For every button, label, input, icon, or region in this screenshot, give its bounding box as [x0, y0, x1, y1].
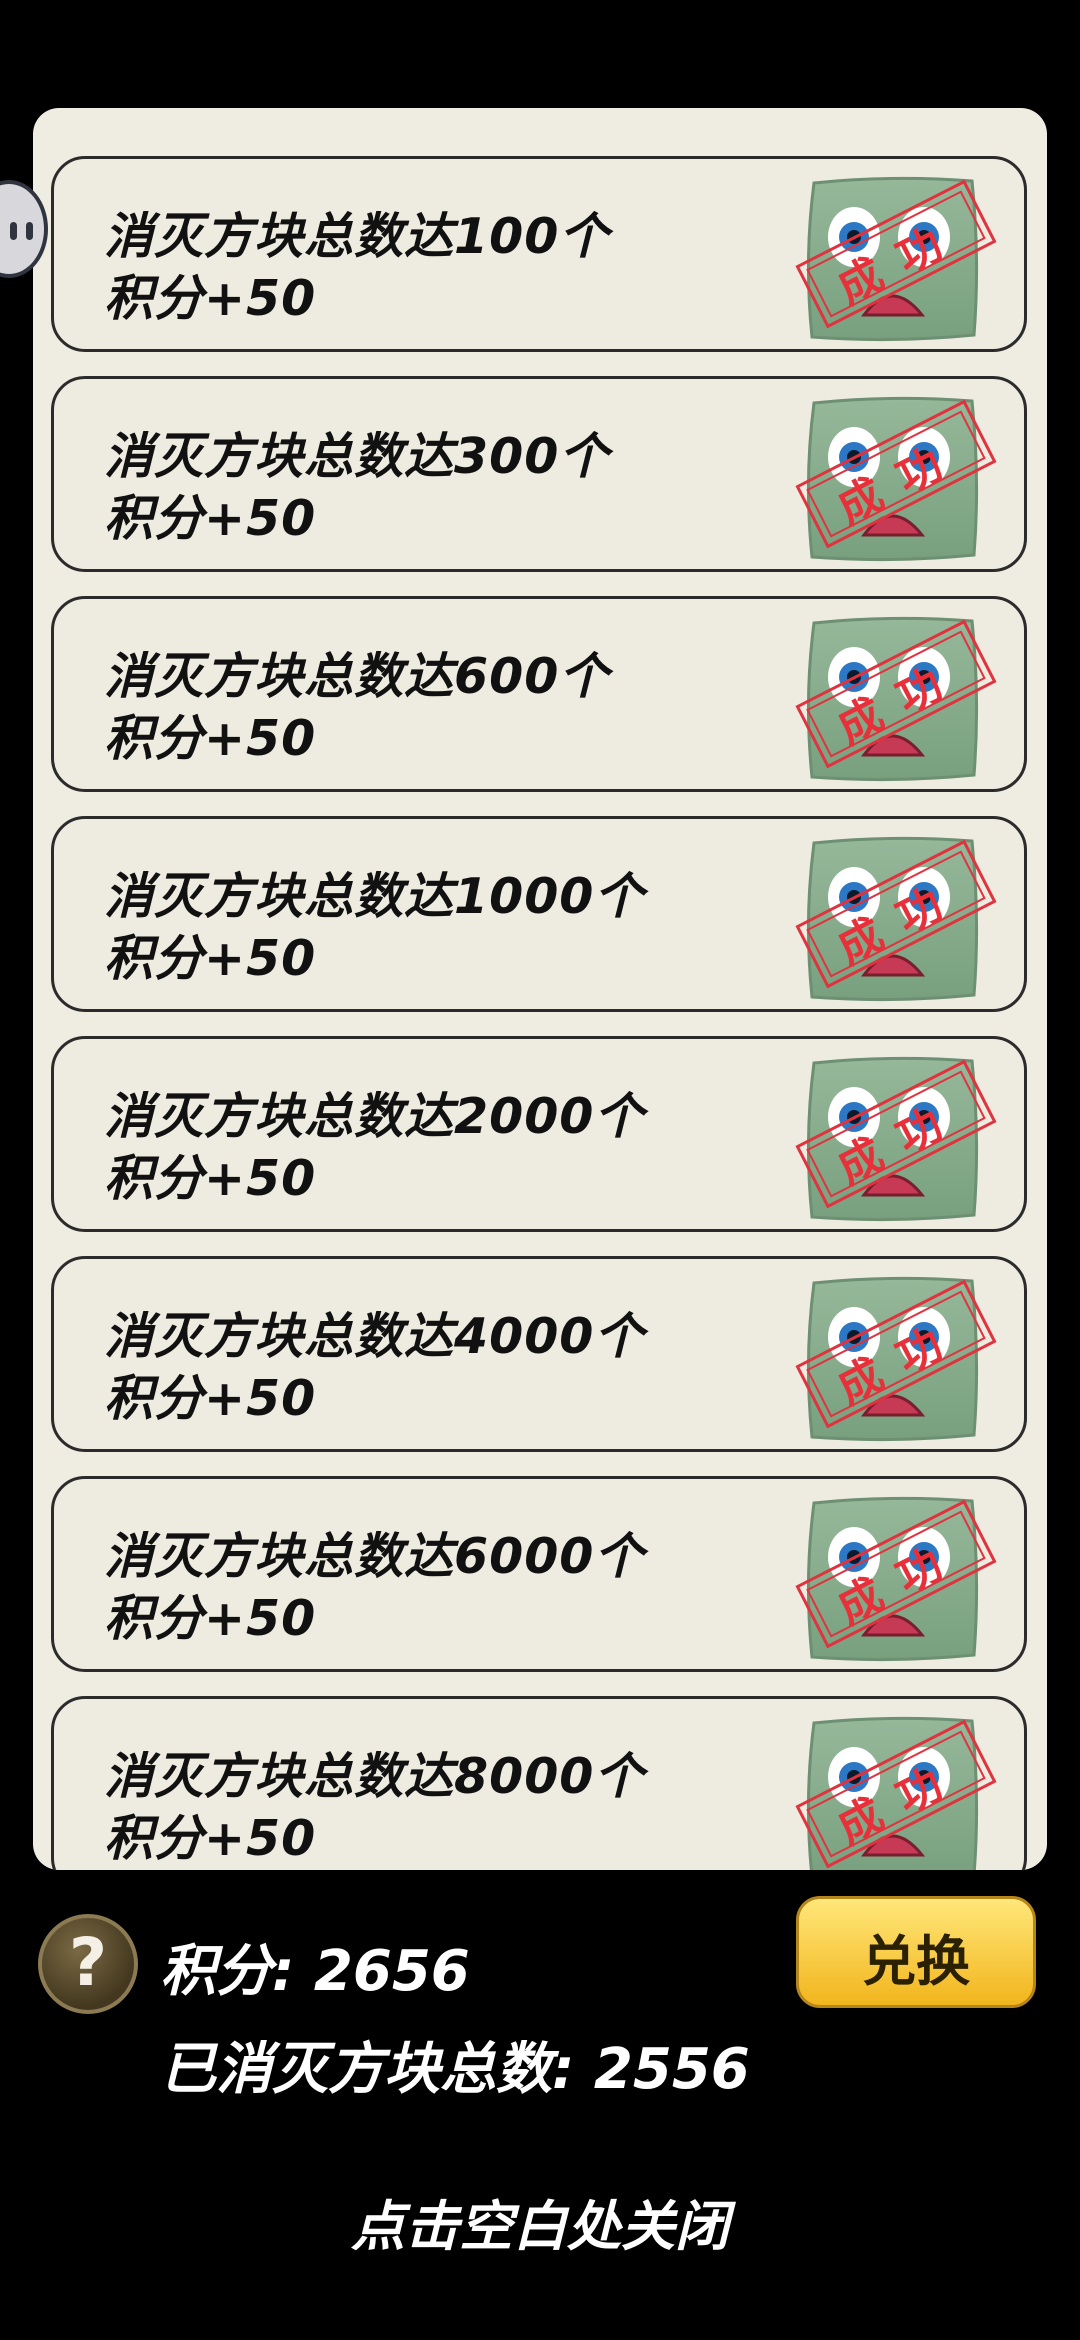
question-icon: ? [68, 1924, 108, 2001]
task-card: 消灭方块总数达4000个 积分+50 成功 [51, 1256, 1027, 1452]
task-card: 消灭方块总数达1000个 积分+50 成功 [51, 816, 1027, 1012]
exchange-label: 兑换 [862, 1930, 970, 1993]
task-reward: 积分+50 [104, 710, 317, 767]
task-list[interactable]: 消灭方块总数达100个 积分+50 成功 消灭方块总数达300个 积分+50 成… [33, 108, 1047, 1870]
task-reward: 积分+50 [104, 930, 317, 987]
task-reward: 积分+50 [104, 270, 317, 327]
task-reward: 积分+50 [104, 1150, 317, 1207]
task-reward: 积分+50 [104, 1590, 317, 1647]
task-card: 消灭方块总数达2000个 积分+50 成功 [51, 1036, 1027, 1232]
task-card: 消灭方块总数达600个 积分+50 成功 [51, 596, 1027, 792]
task-title: 消灭方块总数达4000个 [104, 1308, 645, 1365]
task-reward: 积分+50 [104, 1370, 317, 1427]
task-title: 消灭方块总数达1000个 [104, 868, 645, 925]
bubble-eye-right [26, 222, 33, 240]
destroyed-count-text: 已消灭方块总数: 2556 [160, 2037, 750, 2102]
task-card: 消灭方块总数达6000个 积分+50 成功 [51, 1476, 1027, 1672]
close-hint[interactable]: 点击空白处关闭 [0, 2182, 1080, 2261]
task-title: 消灭方块总数达2000个 [104, 1088, 645, 1145]
points-text: 积分: 2656 [160, 1939, 470, 2004]
task-title: 消灭方块总数达100个 [104, 208, 610, 265]
task-title: 消灭方块总数达6000个 [104, 1528, 645, 1585]
task-reward: 积分+50 [104, 1810, 317, 1867]
task-reward: 积分+50 [104, 490, 317, 547]
help-button[interactable]: ? [38, 1914, 138, 2014]
task-title: 消灭方块总数达300个 [104, 428, 610, 485]
task-card: 消灭方块总数达300个 积分+50 成功 [51, 376, 1027, 572]
task-card: 消灭方块总数达100个 积分+50 成功 [51, 156, 1027, 352]
exchange-button[interactable]: 兑换 [796, 1896, 1036, 2008]
task-title: 消灭方块总数达600个 [104, 648, 610, 705]
bubble-eye-left [10, 222, 17, 240]
task-card: 消灭方块总数达8000个 积分+50 成功 [51, 1696, 1027, 1870]
task-title: 消灭方块总数达8000个 [104, 1748, 645, 1805]
achievement-panel: 消灭方块总数达100个 积分+50 成功 消灭方块总数达300个 积分+50 成… [33, 108, 1047, 1870]
